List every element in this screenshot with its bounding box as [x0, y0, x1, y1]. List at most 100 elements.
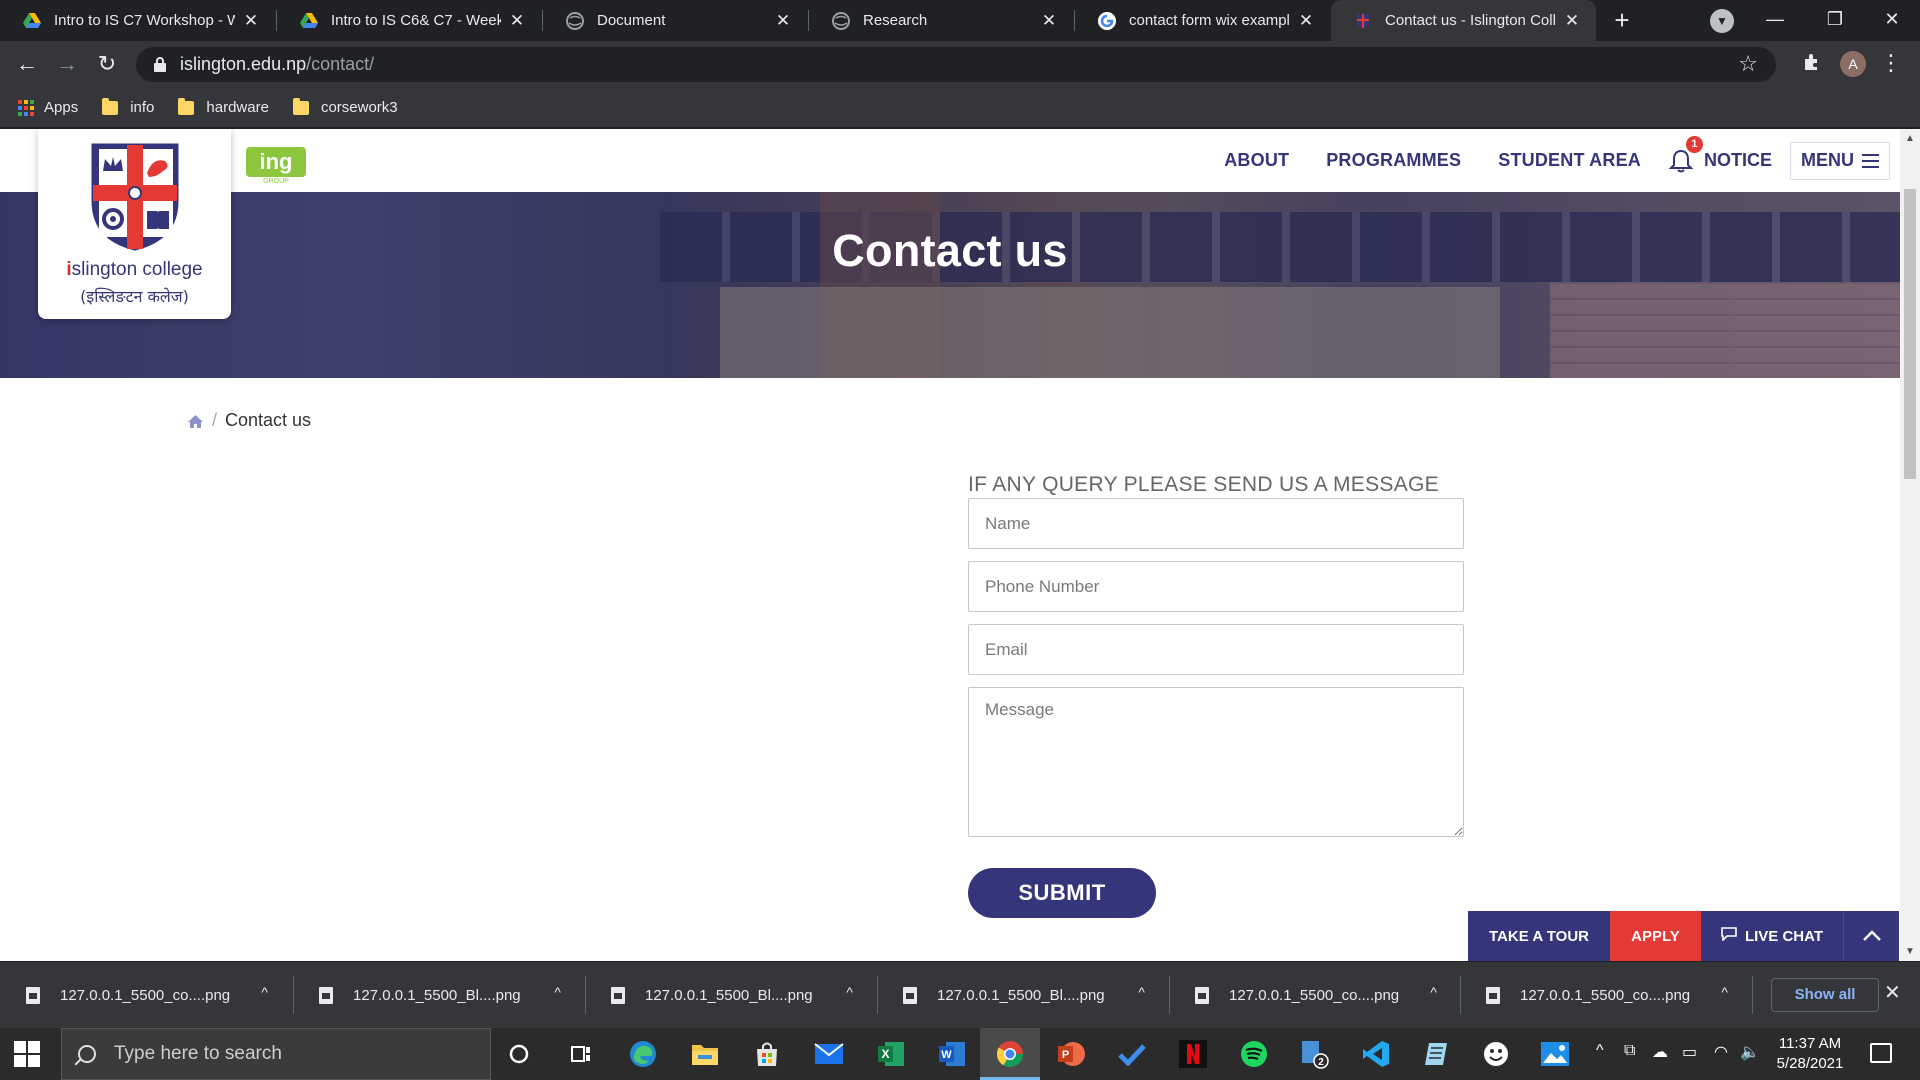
lock-icon[interactable]: [154, 57, 166, 72]
email-field[interactable]: [968, 624, 1464, 675]
menu-button[interactable]: MENU: [1790, 141, 1890, 180]
extensions-icon[interactable]: [1800, 51, 1824, 75]
scroll-to-top-button[interactable]: [1843, 911, 1899, 961]
notes-app-icon[interactable]: [1420, 1038, 1454, 1070]
download-item[interactable]: 127.0.0.1_5500_co....png ^: [0, 962, 290, 1029]
browser-menu-icon[interactable]: ⋮: [1880, 49, 1902, 79]
chevron-up-icon[interactable]: ^: [554, 984, 561, 1000]
close-icon[interactable]: ✕: [773, 11, 793, 31]
tab-active[interactable]: Contact us - Islington Colle ✕: [1331, 0, 1596, 41]
scroll-down-icon[interactable]: ▼: [1905, 946, 1915, 957]
volume-icon[interactable]: 🔈: [1740, 1042, 1760, 1062]
clock[interactable]: 11:37 AM 5/28/2021: [1764, 1034, 1856, 1074]
folder-icon: [292, 97, 309, 115]
new-tab-button[interactable]: +: [1607, 6, 1637, 36]
nav-about[interactable]: ABOUT: [1224, 150, 1289, 171]
forward-button[interactable]: →: [51, 49, 83, 81]
bell-icon: 1: [1668, 135, 1703, 174]
photos-icon[interactable]: [1538, 1038, 1572, 1070]
chevron-up-icon[interactable]: ^: [261, 984, 268, 1000]
chrome-icon[interactable]: [993, 1038, 1027, 1070]
window-close-button[interactable]: ✕: [1862, 0, 1920, 41]
taskbar-search-box[interactable]: Type here to search: [61, 1028, 491, 1080]
address-bar[interactable]: islington.edu.np/contact/ ☆: [136, 47, 1776, 82]
powerpoint-icon[interactable]: P: [1054, 1038, 1088, 1070]
svg-text:2: 2: [1318, 1057, 1324, 1068]
files-stack-icon[interactable]: 2: [1298, 1038, 1332, 1070]
chevron-up-icon[interactable]: ^: [1721, 984, 1728, 1000]
tab-4[interactable]: Research ✕: [809, 0, 1073, 41]
close-icon[interactable]: ✕: [1296, 11, 1316, 31]
apply-button[interactable]: APPLY: [1610, 911, 1701, 961]
ing-group-logo[interactable]: ing GROUP: [246, 145, 306, 185]
submit-button[interactable]: SUBMIT: [968, 868, 1156, 918]
minimize-button[interactable]: —: [1745, 0, 1805, 41]
bookmark-star-icon[interactable]: ☆: [1738, 51, 1758, 77]
show-all-downloads-button[interactable]: Show all: [1771, 978, 1879, 1012]
download-item[interactable]: 127.0.0.1_5500_Bl....png ^: [877, 962, 1167, 1029]
download-item[interactable]: 127.0.0.1_5500_Bl....png ^: [585, 962, 875, 1029]
bookmark-label: Apps: [44, 99, 79, 116]
close-icon[interactable]: ✕: [241, 11, 261, 31]
take-a-tour-button[interactable]: TAKE A TOUR: [1468, 911, 1610, 961]
bookmark-corsework3[interactable]: corsework3: [292, 97, 398, 116]
word-icon[interactable]: W: [935, 1038, 969, 1070]
notification-center-icon[interactable]: [1870, 1043, 1892, 1063]
task-view-icon[interactable]: [564, 1038, 598, 1070]
nav-notice[interactable]: 1 NOTICE: [1668, 135, 1772, 174]
profile-avatar[interactable]: A: [1840, 51, 1866, 77]
netflix-icon[interactable]: [1176, 1038, 1210, 1070]
chevron-up-icon[interactable]: ^: [1138, 984, 1145, 1000]
bookmark-apps[interactable]: Apps: [18, 99, 78, 116]
nav-student-area[interactable]: STUDENT AREA: [1498, 150, 1641, 171]
excel-icon[interactable]: X: [874, 1038, 908, 1070]
scrollbar-thumb[interactable]: [1904, 189, 1916, 479]
chevron-up-icon[interactable]: ^: [846, 984, 853, 1000]
close-icon[interactable]: ✕: [1884, 980, 1901, 1005]
emoji-app-icon[interactable]: [1479, 1038, 1513, 1070]
svg-text:P: P: [1062, 1049, 1069, 1061]
todo-icon[interactable]: [1115, 1038, 1149, 1070]
meet-now-icon[interactable]: ⧉: [1624, 1042, 1635, 1060]
message-field[interactable]: [968, 687, 1464, 837]
tray-chevron-up-icon[interactable]: ^: [1596, 1042, 1604, 1060]
tab-search-icon[interactable]: ▼: [1710, 9, 1734, 33]
nav-programmes[interactable]: PROGRAMMES: [1326, 150, 1461, 171]
tab-5[interactable]: contact form wix example - ✕: [1075, 0, 1330, 41]
onedrive-icon[interactable]: ☁: [1652, 1042, 1668, 1062]
bookmark-hardware[interactable]: hardware: [178, 97, 269, 116]
name-field[interactable]: [968, 498, 1464, 549]
download-item[interactable]: 127.0.0.1_5500_co....png ^: [1169, 962, 1459, 1029]
home-icon[interactable]: [187, 413, 204, 428]
edge-icon[interactable]: [626, 1038, 660, 1070]
reload-button[interactable]: ↻: [91, 49, 123, 81]
restore-button[interactable]: ❐: [1805, 0, 1865, 41]
download-item[interactable]: 127.0.0.1_5500_co....png ^: [1460, 962, 1750, 1029]
battery-icon[interactable]: ▭: [1682, 1042, 1697, 1062]
microsoft-store-icon[interactable]: [750, 1038, 784, 1070]
scroll-up-icon[interactable]: ▲: [1905, 133, 1915, 144]
bookmark-info[interactable]: info: [102, 97, 154, 116]
tab-title: Contact us - Islington Colle: [1385, 12, 1556, 29]
phone-field[interactable]: [968, 561, 1464, 612]
chevron-up-icon[interactable]: ^: [1430, 984, 1437, 1000]
windows-start-icon[interactable]: [14, 1041, 40, 1067]
live-chat-button[interactable]: LIVE CHAT: [1701, 911, 1843, 961]
download-item[interactable]: 127.0.0.1_5500_Bl....png ^: [293, 962, 583, 1029]
page-scrollbar[interactable]: ▲ ▼: [1900, 129, 1920, 961]
file-explorer-icon[interactable]: [688, 1038, 722, 1070]
spotify-icon[interactable]: [1237, 1038, 1271, 1070]
vscode-icon[interactable]: [1359, 1038, 1393, 1070]
tab-2[interactable]: Intro to IS C6& C7 - Week 1 ✕: [277, 0, 541, 41]
tab-3[interactable]: Document ✕: [543, 0, 807, 41]
file-icon: [319, 987, 333, 1004]
close-icon[interactable]: ✕: [1562, 11, 1582, 31]
close-icon[interactable]: ✕: [1039, 11, 1059, 31]
back-button[interactable]: ←: [11, 49, 43, 81]
tab-1[interactable]: Intro to IS C7 Workshop - W ✕: [0, 0, 275, 41]
wifi-icon[interactable]: ◠: [1714, 1042, 1728, 1062]
cortana-icon[interactable]: [502, 1038, 536, 1070]
islington-college-logo[interactable]: islington college (इस्लिङटन कलेज): [38, 129, 231, 319]
close-icon[interactable]: ✕: [507, 11, 527, 31]
mail-icon[interactable]: [812, 1038, 846, 1070]
